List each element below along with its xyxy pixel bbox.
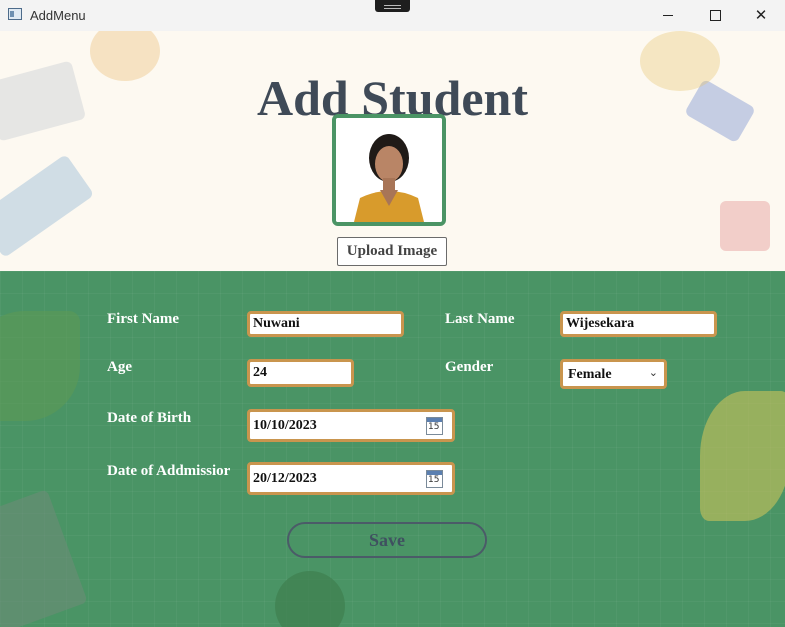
drag-grip-icon[interactable] [375, 0, 410, 12]
upload-image-button[interactable]: Upload Image [337, 237, 447, 266]
date-of-admission-picker[interactable]: 20/12/2023 15 [247, 462, 455, 495]
last-name-input[interactable]: Wijesekara [560, 311, 717, 337]
close-button[interactable]: ✕ [738, 0, 784, 31]
date-of-birth-label: Date of Birth [107, 410, 192, 426]
window-title: AddMenu [30, 8, 86, 23]
age-value: 24 [253, 365, 267, 380]
date-of-admission-value: 20/12/2023 [253, 471, 317, 486]
first-name-value: Nuwani [253, 316, 300, 331]
student-photo-image [336, 118, 442, 222]
minimize-icon [663, 15, 673, 16]
student-photo [332, 114, 446, 226]
age-label: Age [107, 359, 132, 375]
cup-doodle [720, 201, 770, 251]
app-icon [8, 8, 22, 20]
maximize-icon [709, 10, 721, 21]
chevron-down-icon: ⌄ [648, 366, 658, 379]
age-input[interactable]: 24 [247, 359, 354, 387]
maximize-button[interactable] [692, 0, 738, 31]
gender-value: Female [568, 367, 612, 382]
gender-select[interactable]: Female ⌄ [560, 359, 667, 389]
notebook-doodle [0, 153, 95, 259]
first-name-label: First Name [107, 311, 180, 327]
date-of-admission-label: Date of Addmissior [107, 463, 231, 479]
leaf-doodle-right-bottom [700, 391, 785, 521]
save-button[interactable]: Save [287, 522, 487, 558]
date-of-birth-value: 10/10/2023 [253, 418, 317, 433]
last-name-label: Last Name [445, 311, 515, 327]
gender-label: Gender [445, 359, 494, 375]
last-name-value: Wijesekara [566, 316, 635, 331]
first-name-input[interactable]: Nuwani [247, 311, 404, 337]
minimize-button[interactable] [645, 0, 691, 31]
close-icon: ✕ [754, 6, 768, 24]
calendar-icon[interactable]: 15 [426, 417, 443, 435]
calendar-icon[interactable]: 15 [426, 470, 443, 488]
window-titlebar: AddMenu ✕ [0, 0, 785, 32]
date-of-birth-picker[interactable]: 10/10/2023 15 [247, 409, 455, 442]
